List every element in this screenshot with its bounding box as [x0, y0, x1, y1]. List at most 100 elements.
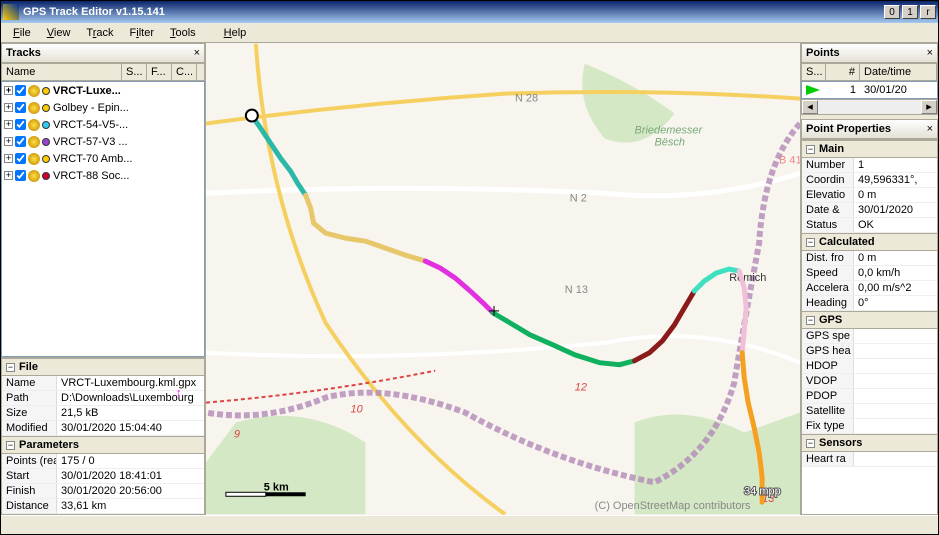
param-group-header[interactable]: − Parameters [2, 436, 204, 454]
property-row: Accelera0,00 m/s^2 [802, 281, 937, 296]
track-color-icon [42, 138, 50, 146]
file-group-header[interactable]: − File [2, 358, 204, 376]
menu-filter[interactable]: Filter [122, 25, 162, 41]
town-remich: Remich [729, 272, 766, 284]
prop-key: Date & [802, 203, 854, 217]
track-row[interactable]: + VRCT-Luxe... [2, 82, 204, 99]
maximize-button[interactable]: 1 [902, 5, 918, 19]
points-row[interactable]: 1 30/01/20 [801, 81, 938, 99]
col-s[interactable]: S... [802, 64, 826, 80]
track-checkbox[interactable] [15, 136, 26, 147]
points-scrollbar[interactable]: ◂ ▸ [801, 99, 938, 115]
minimize-button[interactable]: 0 [884, 5, 900, 19]
track-row[interactable]: + VRCT-57-V3 ... [2, 133, 204, 150]
col-datetime[interactable]: Date/time [860, 64, 937, 80]
pp-gps-header[interactable]: −GPS [802, 311, 937, 329]
property-row: Dist. fro0 m [802, 251, 937, 266]
track-icon [28, 170, 40, 182]
track-row[interactable]: + VRCT-88 Soc... [2, 167, 204, 184]
menu-track[interactable]: Track [78, 25, 121, 41]
pp-calc-header[interactable]: −Calculated [802, 233, 937, 251]
scroll-left-icon[interactable]: ◂ [802, 100, 818, 114]
pp-sensors-header[interactable]: −Sensors [802, 434, 937, 452]
prop-key: Speed [802, 266, 854, 280]
track-icon [28, 136, 40, 148]
track-label: Golbey - Epin... [53, 102, 129, 114]
prop-key: Heading [802, 296, 854, 310]
tracks-close-icon[interactable]: × [194, 47, 200, 59]
point-props-title: Point Properties [806, 123, 891, 135]
points-columns: S... # Date/time [801, 63, 938, 81]
col-num[interactable]: # [826, 64, 860, 80]
menu-file[interactable]: File [5, 25, 39, 41]
point-props-close-icon[interactable]: × [927, 123, 933, 135]
prop-value [854, 374, 937, 388]
prop-key: Start [2, 469, 57, 483]
expand-icon[interactable]: + [4, 154, 13, 163]
prop-key: Modified [2, 421, 57, 435]
collapse-icon[interactable]: − [6, 441, 15, 450]
prop-value: 0 m [854, 188, 937, 202]
property-row: Start30/01/2020 18:41:01 [2, 469, 204, 484]
pp-main-header[interactable]: −Main [802, 140, 937, 158]
track-checkbox[interactable] [15, 119, 26, 130]
menu-view[interactable]: View [39, 25, 79, 41]
track-icon [28, 85, 40, 97]
prop-value: 33,61 km [57, 499, 204, 513]
menu-tools[interactable]: Tools [162, 25, 204, 41]
menubar: File View Track Filter Tools Help [1, 23, 938, 43]
prop-key: Finish [2, 484, 57, 498]
prop-key: Points (rea [2, 454, 57, 468]
track-checkbox[interactable] [15, 85, 26, 96]
expand-icon[interactable]: + [4, 137, 13, 146]
expand-icon[interactable]: + [4, 103, 13, 112]
prop-key: Size [2, 406, 57, 420]
map-canvas[interactable]: N 28 N 2 N 13 B 41 Briedemesser Bësch Re… [206, 43, 800, 515]
track-color-icon [42, 121, 50, 129]
track-checkbox[interactable] [15, 170, 26, 181]
track-checkbox[interactable] [15, 153, 26, 164]
road-label-n28: N 28 [515, 93, 538, 105]
forest-label: Briedemesser [635, 124, 704, 136]
prop-value [854, 359, 937, 373]
track-row[interactable]: + Golbey - Epin... [2, 99, 204, 116]
prop-value [854, 329, 937, 343]
track-row[interactable]: + VRCT-54-V5-... [2, 116, 204, 133]
col-name[interactable]: Name [2, 64, 122, 80]
menu-help[interactable]: Help [216, 25, 255, 41]
track-checkbox[interactable] [15, 102, 26, 113]
point-properties: −Main Number1Coordin49,596331°,Elevatio0… [801, 139, 938, 515]
col-f[interactable]: F... [147, 64, 172, 80]
prop-key: Name [2, 376, 57, 390]
expand-icon[interactable]: + [4, 120, 13, 129]
prop-value [854, 452, 937, 466]
property-row: StatusOK [802, 218, 937, 233]
prop-key: GPS hea [802, 344, 854, 358]
points-close-icon[interactable]: × [927, 47, 933, 59]
app-icon [3, 4, 19, 20]
track-label: VRCT-70 Amb... [53, 153, 132, 165]
prop-value: 175 / 0 [57, 454, 204, 468]
collapse-icon[interactable]: − [6, 363, 15, 372]
property-row: PathD:\Downloads\Luxembourg [2, 391, 204, 406]
prop-key: Distance [2, 499, 57, 513]
col-s[interactable]: S... [122, 64, 147, 80]
map-viewport[interactable]: N 28 N 2 N 13 B 41 Briedemesser Bësch Re… [206, 43, 800, 515]
tracks-list[interactable]: + VRCT-Luxe...+ Golbey - Epin...+ VRCT-5… [1, 81, 205, 357]
col-c[interactable]: C... [172, 64, 197, 80]
expand-icon[interactable]: + [4, 86, 13, 95]
svg-text:12: 12 [575, 382, 587, 394]
prop-key: PDOP [802, 389, 854, 403]
prop-value: 21,5 kB [57, 406, 204, 420]
prop-key: Fix type [802, 419, 854, 433]
prop-value: 0,00 m/s^2 [854, 281, 937, 295]
property-row: Finish30/01/2020 20:56:00 [2, 484, 204, 499]
property-row: Coordin49,596331°, [802, 173, 937, 188]
prop-key: Heart ra [802, 452, 854, 466]
scroll-right-icon[interactable]: ▸ [921, 100, 937, 114]
property-row: PDOP [802, 389, 937, 404]
expand-icon[interactable]: + [4, 171, 13, 180]
track-row[interactable]: + VRCT-70 Amb... [2, 150, 204, 167]
property-row: VDOP [802, 374, 937, 389]
close-button[interactable]: r [920, 5, 936, 19]
